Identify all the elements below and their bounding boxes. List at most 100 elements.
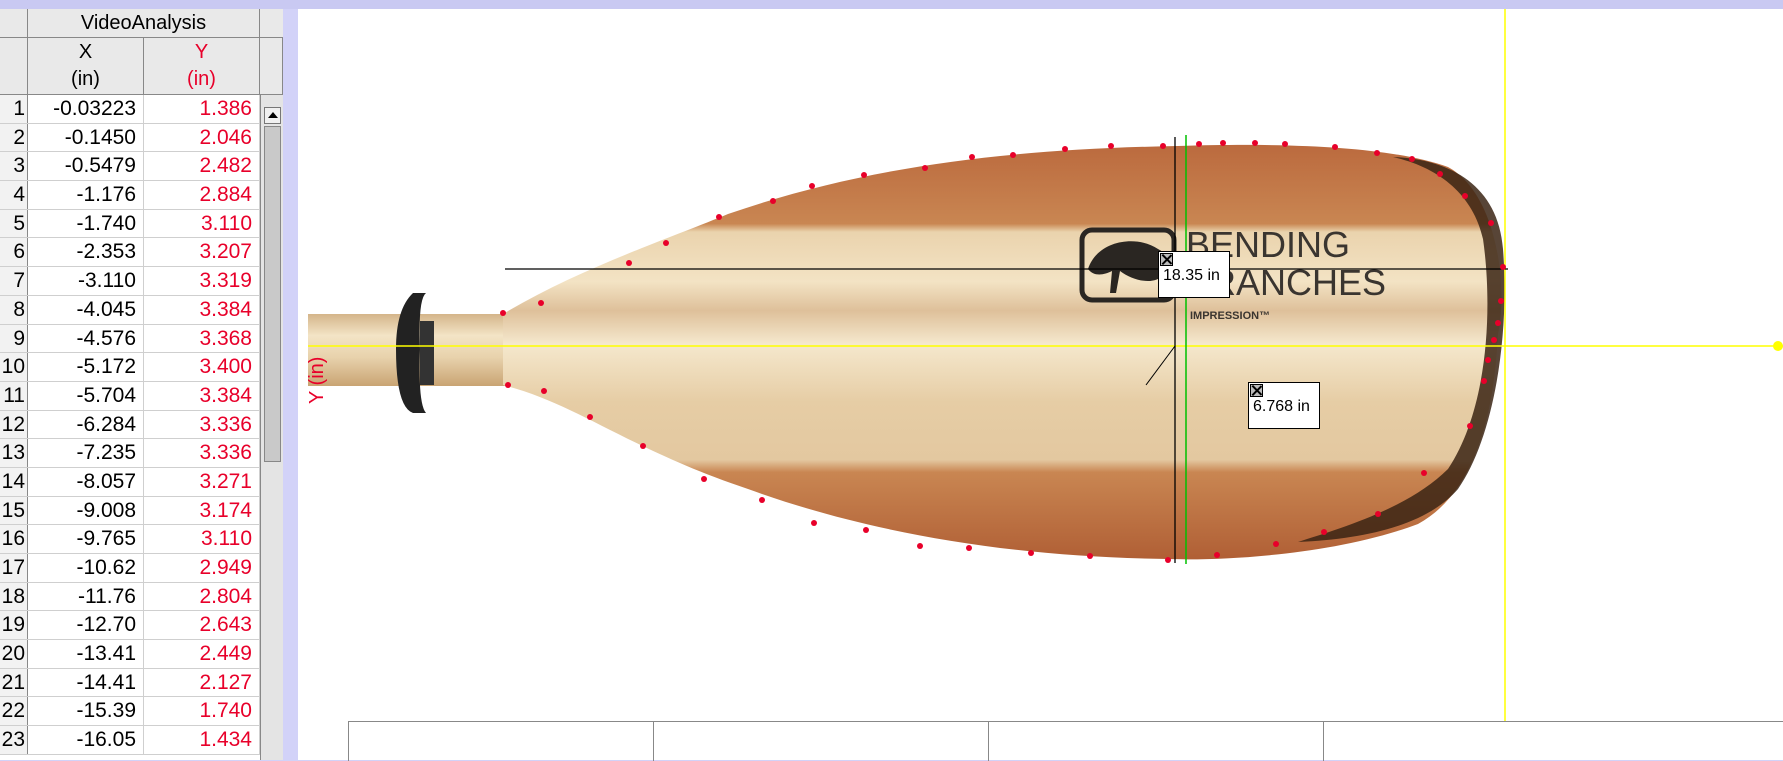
x-cell[interactable]: -12.70 (28, 611, 144, 640)
x-cell[interactable]: -9.765 (28, 525, 144, 553)
track-point[interactable] (505, 382, 511, 388)
y-cell[interactable]: 3.110 (144, 525, 260, 553)
track-point[interactable] (1481, 378, 1487, 384)
table-row[interactable]: 19 -12.70 2.643 (0, 611, 260, 641)
table-row[interactable]: 16 -9.765 3.110 (0, 525, 260, 554)
x-cell[interactable]: -10.62 (28, 554, 144, 582)
track-point[interactable] (1485, 357, 1491, 363)
track-point[interactable] (1467, 423, 1473, 429)
table-row[interactable]: 2 -0.1450 2.046 (0, 123, 260, 153)
track-point[interactable] (917, 543, 923, 549)
x-cell[interactable]: -16.05 (28, 726, 144, 754)
track-point[interactable] (1409, 156, 1415, 162)
y-cell[interactable]: 2.884 (144, 181, 260, 209)
track-point[interactable] (1321, 529, 1327, 535)
track-point[interactable] (1374, 150, 1380, 156)
track-point[interactable] (1087, 553, 1093, 559)
table-row[interactable]: 21 -14.41 2.127 (0, 668, 260, 698)
track-point[interactable] (1332, 144, 1338, 150)
table-row[interactable]: 12 -6.284 3.336 (0, 410, 260, 440)
scroll-up-arrow-icon[interactable] (264, 107, 281, 124)
x-cell[interactable]: -5.704 (28, 381, 144, 410)
y-cell[interactable]: 3.174 (144, 496, 260, 525)
table-row[interactable]: 14 -8.057 3.271 (0, 467, 260, 497)
track-point[interactable] (1196, 141, 1202, 147)
track-point[interactable] (1488, 220, 1494, 226)
table-row[interactable]: 18 -11.76 2.804 (0, 582, 260, 612)
close-icon[interactable] (1160, 253, 1173, 266)
y-cell[interactable]: 2.482 (144, 152, 260, 181)
table-row[interactable]: 22 -15.39 1.740 (0, 697, 260, 727)
track-point[interactable] (1160, 143, 1166, 149)
track-point[interactable] (1108, 143, 1114, 149)
track-point[interactable] (1165, 557, 1171, 563)
track-point[interactable] (1500, 264, 1506, 270)
y-column-header[interactable]: Y (in) (144, 38, 260, 95)
track-point[interactable] (1062, 146, 1068, 152)
data-table[interactable]: VideoAnalysis X (in) Y (in) 1 -0.03223 1.3… (0, 9, 283, 760)
track-point[interactable] (863, 527, 869, 533)
track-point[interactable] (1028, 550, 1034, 556)
table-row[interactable]: 10 -5.172 3.400 (0, 353, 260, 382)
x-cell[interactable]: -0.1450 (28, 123, 144, 152)
x-cell[interactable]: -1.740 (28, 209, 144, 238)
video-frame[interactable]: BENDING BRANCHES IMPRESSION™ (298, 9, 1783, 760)
x-cell[interactable]: -15.39 (28, 697, 144, 726)
table-row[interactable]: 3 -0.5479 2.482 (0, 152, 260, 182)
x-column-header[interactable]: X (in) (28, 38, 144, 95)
scroll-thumb[interactable] (264, 126, 281, 462)
x-cell[interactable]: -14.41 (28, 668, 144, 697)
x-cell[interactable]: -6.284 (28, 410, 144, 439)
track-point[interactable] (716, 214, 722, 220)
track-point[interactable] (663, 240, 669, 246)
track-point[interactable] (587, 414, 593, 420)
track-point[interactable] (809, 183, 815, 189)
track-point[interactable] (1462, 193, 1468, 199)
y-cell[interactable]: 3.368 (144, 324, 260, 353)
track-point[interactable] (626, 260, 632, 266)
track-point[interactable] (1273, 541, 1279, 547)
video-analysis-graph[interactable]: BENDING BRANCHES IMPRESSION™ Y (in) 18.3… (298, 9, 1783, 761)
y-cell[interactable]: 3.110 (144, 209, 260, 238)
y-cell[interactable]: 1.434 (144, 726, 260, 754)
table-row[interactable]: 13 -7.235 3.336 (0, 439, 260, 468)
x-cell[interactable]: -8.057 (28, 467, 144, 496)
x-cell[interactable]: -4.045 (28, 295, 144, 324)
y-cell[interactable]: 2.949 (144, 554, 260, 582)
table-row[interactable]: 9 -4.576 3.368 (0, 324, 260, 354)
table-row[interactable]: 6 -2.353 3.207 (0, 238, 260, 268)
y-cell[interactable]: 3.384 (144, 295, 260, 324)
y-cell[interactable]: 3.271 (144, 467, 260, 496)
origin-marker[interactable] (1773, 341, 1783, 351)
track-point[interactable] (541, 388, 547, 394)
x-cell[interactable]: -11.76 (28, 582, 144, 611)
width-measure-label[interactable]: 6.768 in (1248, 382, 1320, 429)
track-point[interactable] (1010, 152, 1016, 158)
x-cell[interactable]: -0.03223 (28, 95, 144, 123)
table-row[interactable]: 1 -0.03223 1.386 (0, 95, 260, 124)
x-cell[interactable]: -13.41 (28, 640, 144, 668)
track-point[interactable] (640, 443, 646, 449)
x-cell[interactable]: -1.176 (28, 181, 144, 209)
table-row[interactable]: 4 -1.176 2.884 (0, 181, 260, 210)
y-cell[interactable]: 3.207 (144, 238, 260, 267)
y-cell[interactable]: 2.449 (144, 640, 260, 668)
track-point[interactable] (1421, 470, 1427, 476)
track-point[interactable] (500, 310, 506, 316)
y-cell[interactable]: 2.804 (144, 582, 260, 611)
table-row[interactable]: 20 -13.41 2.449 (0, 640, 260, 669)
track-point[interactable] (1498, 298, 1504, 304)
track-point[interactable] (1437, 171, 1443, 177)
y-cell[interactable]: 3.336 (144, 439, 260, 467)
track-point[interactable] (1491, 337, 1497, 343)
track-point[interactable] (759, 497, 765, 503)
track-point[interactable] (1282, 141, 1288, 147)
y-cell[interactable]: 3.336 (144, 410, 260, 439)
x-cell[interactable]: -3.110 (28, 267, 144, 295)
x-cell[interactable]: -0.5479 (28, 152, 144, 181)
track-point[interactable] (969, 154, 975, 160)
track-point[interactable] (861, 172, 867, 178)
table-scrollbar[interactable] (260, 95, 283, 760)
table-row[interactable]: 8 -4.045 3.384 (0, 295, 260, 325)
track-point[interactable] (811, 520, 817, 526)
